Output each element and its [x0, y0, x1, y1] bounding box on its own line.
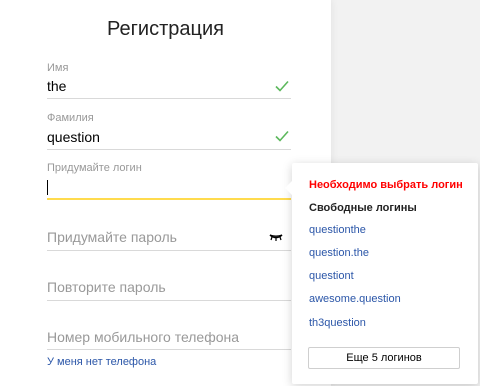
first-name-field[interactable]: Имя the	[47, 62, 291, 102]
password-underline	[47, 250, 291, 251]
popup-arrow	[285, 181, 292, 195]
login-suggestion[interactable]: th3question	[309, 317, 366, 329]
last-name-field[interactable]: Фамилия question	[47, 112, 291, 152]
last-name-label: Фамилия	[47, 112, 94, 124]
free-logins-heading: Свободные логины	[309, 202, 417, 214]
more-logins-button[interactable]: Еще 5 логинов	[308, 347, 460, 369]
check-icon	[275, 80, 289, 92]
page-title: Регистрация	[107, 18, 224, 40]
text-caret	[47, 180, 48, 195]
no-phone-link[interactable]: У меня нет телефона	[47, 356, 156, 368]
login-field[interactable]: Придумайте логин	[47, 162, 291, 202]
login-suggestion[interactable]: question.the	[309, 247, 369, 259]
first-name-label: Имя	[47, 62, 69, 74]
login-suggestion[interactable]: awesome.question	[309, 293, 401, 305]
login-underline-active	[47, 198, 291, 200]
login-label: Придумайте логин	[47, 162, 142, 174]
password-placeholder[interactable]: Придумайте пароль	[47, 229, 177, 245]
first-name-value[interactable]: the	[47, 78, 66, 94]
password-field[interactable]: Придумайте пароль	[47, 228, 291, 252]
last-name-value[interactable]: question	[47, 129, 100, 145]
password-repeat-field[interactable]: Повторите пароль	[47, 278, 291, 302]
login-suggestions-popup: Необходимо выбрать логин Свободные логин…	[285, 163, 478, 384]
login-suggestion[interactable]: questiont	[309, 270, 354, 282]
phone-field[interactable]: Номер мобильного телефона	[47, 328, 291, 352]
check-icon	[275, 130, 289, 142]
password-repeat-underline	[47, 300, 291, 301]
login-suggestion[interactable]: questionthe	[309, 224, 366, 236]
registration-card: Регистрация Имя the Фамилия question При…	[0, 0, 331, 386]
phone-placeholder[interactable]: Номер мобильного телефона	[47, 329, 239, 345]
eye-closed-icon[interactable]	[269, 234, 283, 242]
phone-underline	[47, 349, 291, 350]
password-repeat-placeholder[interactable]: Повторите пароль	[47, 279, 166, 295]
login-error-message: Необходимо выбрать логин	[309, 179, 463, 191]
first-name-underline	[47, 98, 291, 99]
last-name-underline	[47, 149, 291, 150]
